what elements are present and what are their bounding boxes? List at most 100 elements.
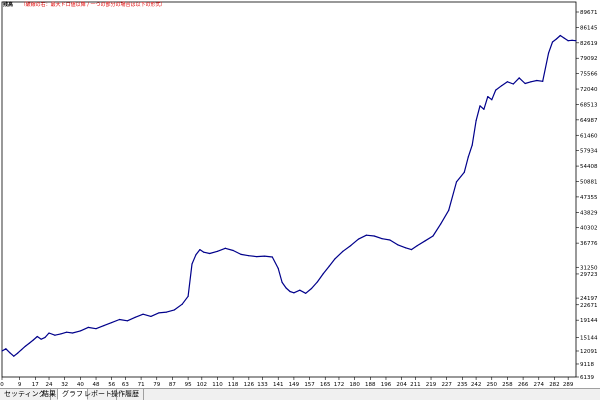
y-tick-label: 29723 [580,272,598,278]
data-point [111,321,113,324]
data-point [28,342,31,344]
data-point [475,120,477,122]
data-point [285,287,287,289]
y-tick-label: 22671 [580,303,598,309]
data-point [432,235,434,237]
bottom-tab-bar: セッティング 結果 グラフ レポート 操作履歴 [0,388,600,400]
chart-legend: 残高 （破線の右：最大ドロ値以降 / 一つの部分の場合は以下の形式） [3,2,165,8]
y-tick-label: 9118 [580,362,594,368]
y-tick-label: 47355 [580,195,598,201]
y-tick-label: 40302 [580,226,598,232]
data-point [495,89,497,91]
data-point [256,255,258,258]
data-point [173,309,175,311]
data-point [424,240,426,242]
data-point [518,77,520,79]
data-point [142,313,144,315]
data-point [9,352,11,354]
data-point [563,37,565,39]
data-point [20,349,23,351]
data-point [487,96,489,98]
data-point [187,295,189,297]
y-tick-label: 43829 [580,210,598,216]
data-point [181,303,183,305]
data-point [305,292,307,294]
tab-history[interactable]: 操作履歴 [107,389,144,400]
data-point [289,290,291,293]
legend-note: （破線の右：最大ドロ値以降 / 一つの部分の場合は以下の形式） [20,2,166,8]
data-point [365,234,367,236]
equity-chart: 6139 9118 12091 15144 19144 22671 24197 29723 31… [0,0,600,388]
data-point [79,330,81,332]
data-point [299,289,301,291]
data-point [248,255,250,257]
y-tick-label: 15144 [580,336,598,342]
data-point [87,326,89,328]
chart-svg: 6139 9118 12091 15144 19144 2267124197 2972331… [0,1,598,388]
data-point [448,209,450,211]
data-point [410,248,413,251]
data-point [542,80,544,82]
data-point [316,281,319,283]
data-point [536,79,538,82]
data-point [404,247,407,249]
y-tick-label: 6139 [580,375,594,381]
data-point [263,255,266,257]
y-tick-label: 75566 [580,72,598,78]
data-point [524,82,526,85]
data-point [512,83,514,85]
data-point [54,334,56,336]
data-point [506,81,509,83]
data-point [571,39,573,41]
data-point [342,250,344,252]
data-point [491,99,493,101]
data-point [559,34,561,37]
data-point [5,348,7,350]
y-tick-label: 12091 [580,349,598,355]
y-tick-label: 36776 [580,241,598,247]
data-point [36,335,38,338]
data-point [66,331,68,333]
data-point [1,350,3,352]
data-point [455,181,458,183]
data-point [500,85,503,87]
data-point [334,258,336,260]
y-tick-label: 61460 [580,133,598,139]
data-point [547,52,550,54]
data-point [555,38,558,40]
data-point [373,235,375,237]
data-point [567,40,569,42]
data-point [471,144,473,146]
y-tick-label: 79092 [580,56,598,62]
data-point [277,267,279,269]
data-point [357,238,360,240]
data-point [150,315,152,318]
data-point [103,325,105,327]
y-tick-label: 82619 [580,41,598,47]
data-point [126,320,128,322]
data-point [48,332,50,334]
data-point [95,328,97,330]
data-point [322,273,324,275]
data-point [199,248,201,251]
data-point [397,244,399,246]
y-tick-label: 64987 [580,118,598,124]
data-point [209,252,211,255]
data-point [32,339,34,341]
data-point [224,247,226,249]
plot-frame [1,1,577,378]
data-point [24,345,27,347]
data-point [232,249,234,252]
data-point [71,332,74,334]
data-point [479,105,481,107]
data-point [440,223,442,225]
y-tick-label: 68513 [580,102,598,108]
data-point [195,254,197,256]
data-point [293,292,295,294]
y-tick-label: 89671 [580,10,598,16]
data-point [240,253,242,255]
data-point [381,238,383,240]
y-tick-label: 19144 [580,318,598,324]
data-point [40,338,42,340]
data-point [60,333,62,335]
